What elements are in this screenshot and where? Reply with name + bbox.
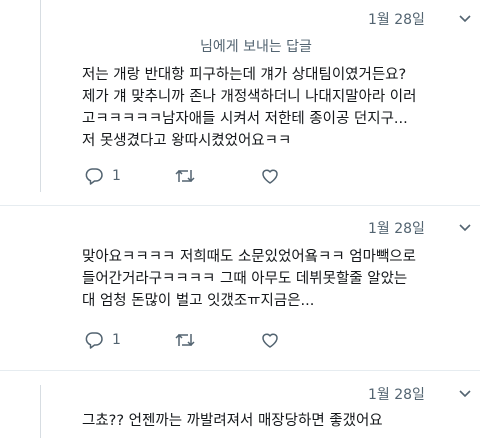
like-button[interactable] [260,330,288,350]
chevron-down-icon[interactable] [458,389,472,399]
chevron-down-icon[interactable] [458,14,472,24]
reply-button[interactable]: 1 [84,330,121,350]
retweet-icon [175,169,195,183]
reply-icon [85,332,103,349]
divider [0,370,480,371]
reply-to-label[interactable]: 님에게 보내는 답글 [200,36,312,56]
chevron-down-icon[interactable] [458,223,472,233]
tweet-text: 저는 개랑 반대항 피구하는데 걔가 상대팀이였거든요? 제가 걔 맞추니까 존… [82,67,417,149]
tweet-date[interactable]: 1월 28일 [368,218,425,238]
reply-count: 1 [112,168,121,184]
heart-icon [262,169,278,184]
divider [0,205,480,206]
heart-icon [262,333,278,348]
reply-icon [85,168,103,185]
tweet-date[interactable]: 1월 28일 [368,384,425,404]
tweet-text: 그쵸?? 언젠까는 까발려져서 매장당하면 좋갰어요 [82,413,383,429]
retweet-button[interactable] [174,330,204,350]
retweet-icon [175,333,195,347]
retweet-button[interactable] [174,166,204,186]
thread-line [40,385,41,438]
like-button[interactable] [260,166,288,186]
thread-line [40,0,41,192]
reply-button[interactable]: 1 [84,166,121,186]
reply-count: 1 [112,332,121,348]
tweet-text: 맞아요ㅋㅋㅋㅋ 저희때도 소문있었어욬ㅋㅋ 엄마빽으로 들어간거라구ㅋㅋㅋㅋ 그… [82,249,416,309]
tweet-date[interactable]: 1월 28일 [368,9,425,29]
